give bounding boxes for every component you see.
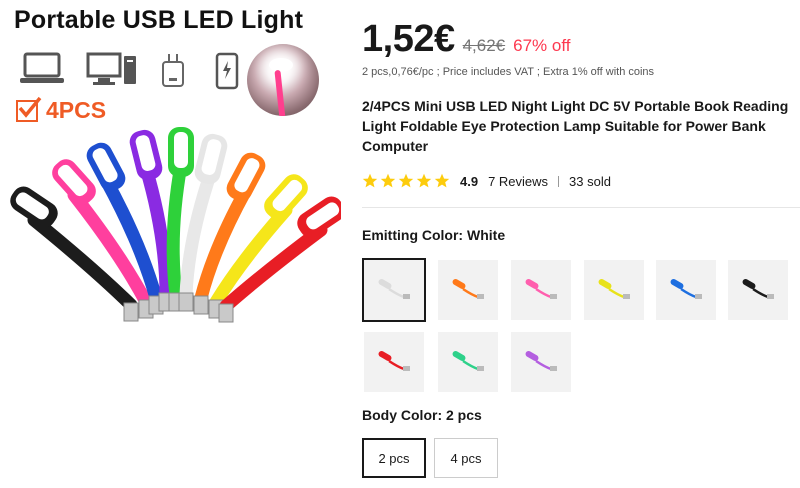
body-option-4-pcs[interactable]: 4 pcs (434, 438, 498, 478)
emitting-color-swatch[interactable] (656, 260, 716, 320)
separator (558, 175, 560, 187)
power-bank-icon (214, 52, 240, 92)
usb-lamps-illustration (10, 127, 341, 323)
lamp-neck (166, 158, 188, 302)
usb-lamp-thumbnail-icon (742, 279, 774, 299)
star-icon (362, 173, 378, 188)
body-color-title: Body Color: 2 pcs (362, 407, 482, 423)
body-option-2-pcs[interactable]: 2 pcs (362, 438, 426, 478)
product-title: 2/4PCS Mini USB LED Night Light DC 5V Po… (362, 98, 789, 154)
emitting-color-swatch[interactable] (511, 332, 571, 392)
usb-lamp-thumbnail-icon (378, 351, 410, 371)
price-row: 1,52€ 4,62€ 67% off (362, 18, 570, 61)
glowing-led-lamp-photo (247, 44, 319, 116)
checkmark-icon (16, 96, 42, 122)
usb-plug (218, 303, 234, 323)
emitting-color-swatch[interactable] (438, 260, 498, 320)
laptop-icon (18, 52, 66, 86)
emitting-color-swatch[interactable] (511, 260, 571, 320)
image-title-text: Portable USB LED Light (14, 6, 304, 34)
usb-lamp-thumbnail-icon (525, 279, 557, 299)
emitting-color-value: White (467, 227, 506, 243)
product-info-panel: 1,52€ 4,62€ 67% off 2 pcs,0,76€/pc ; Pri… (362, 0, 800, 488)
usb-lamp-thumbnail-icon (598, 279, 630, 299)
emitting-color-label: Emitting Color: (362, 227, 467, 243)
desktop-computer-icon (86, 52, 138, 88)
emitting-color-swatch[interactable] (362, 258, 426, 322)
reviews-link[interactable]: 7 Reviews (488, 174, 548, 189)
current-price: 1,52€ (362, 18, 455, 60)
sold-count: 33 sold (569, 173, 611, 189)
emitting-color-swatch[interactable] (438, 332, 498, 392)
star-icon (398, 173, 414, 188)
price-details: 2 pcs,0,76€/pc ; Price includes VAT ; Ex… (362, 66, 655, 78)
lamp-led-panel (174, 132, 188, 168)
body-color-label: Body Color: (362, 407, 446, 423)
emitting-color-swatch[interactable] (728, 260, 788, 320)
rating-row: 4.9 7 Reviews 33 sold (362, 173, 611, 189)
usb-lamp-thumbnail-icon (525, 351, 557, 371)
emitting-color-swatch[interactable] (364, 332, 424, 392)
divider (362, 207, 800, 208)
body-color-value: 2 pcs (446, 407, 482, 423)
usb-lamp-thumbnail-icon (670, 279, 702, 299)
usb-lamp-thumbnail-icon (452, 279, 484, 299)
usb-lamp-thumbnail-icon (378, 279, 410, 299)
usb-plug (123, 302, 139, 322)
original-price: 4,62€ (462, 36, 506, 55)
star-icon (434, 173, 450, 188)
emitting-color-title: Emitting Color: White (362, 227, 505, 243)
discount-percent: 67% off (513, 36, 571, 55)
rating-score: 4.9 (460, 173, 479, 189)
star-icon (380, 173, 396, 188)
usb-lamp-thumbnail-icon (452, 351, 484, 371)
usb-plug (193, 295, 209, 315)
wall-charger-icon (158, 52, 188, 90)
rating-stars (362, 173, 450, 189)
emitting-color-swatch[interactable] (584, 260, 644, 320)
product-main-image[interactable]: Portable USB LED Light 4PCS (0, 0, 345, 488)
star-icon (416, 173, 432, 188)
usb-plug (178, 292, 194, 312)
